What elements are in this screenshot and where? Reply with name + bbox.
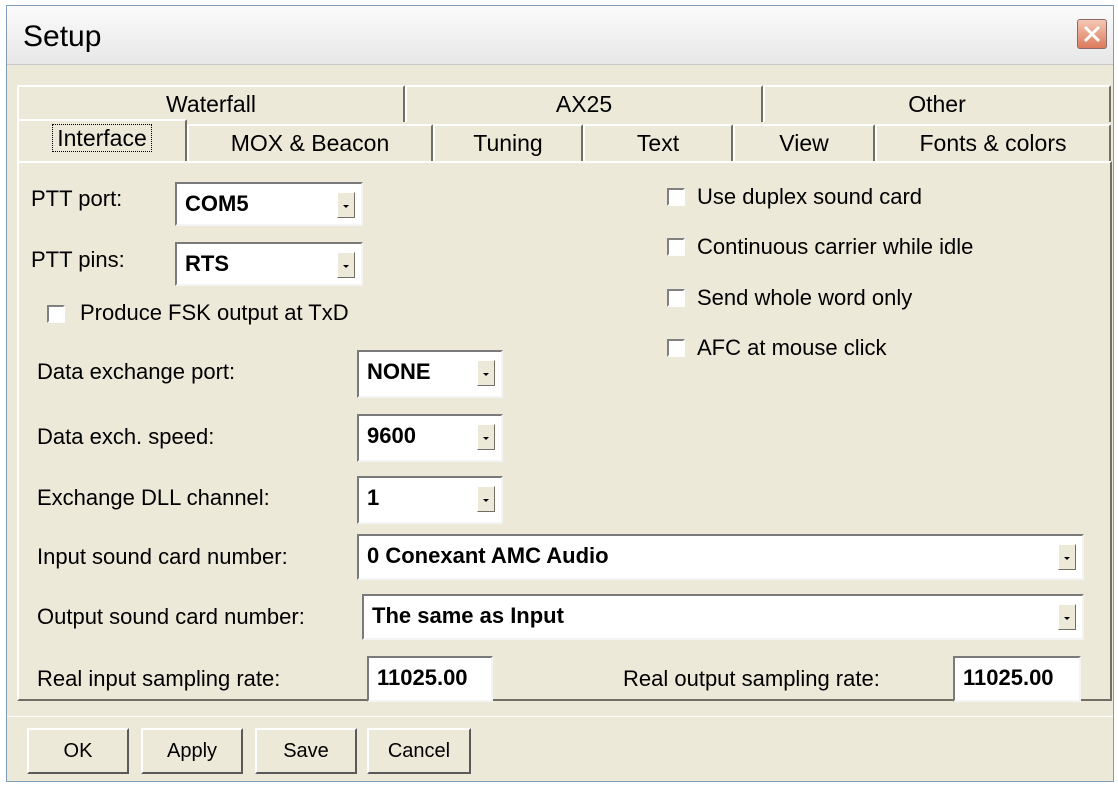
window-title: Setup — [23, 20, 102, 53]
cancel-button[interactable]: Cancel — [367, 728, 471, 774]
ptt-port-value: COM5 — [185, 191, 249, 216]
tab-mox-beacon[interactable]: MOX & Beacon — [187, 124, 433, 161]
data-exchange-port-select[interactable]: NONE — [357, 350, 503, 398]
carrier-label: Continuous carrier while idle — [697, 234, 974, 259]
apply-button[interactable]: Apply — [141, 728, 243, 774]
input-sound-card-dropdown-arrow[interactable] — [1058, 544, 1076, 570]
input-rate-label: Real input sampling rate: — [37, 666, 281, 691]
ptt-pins-label: PTT pins: — [31, 247, 125, 272]
duplex-label: Use duplex sound card — [697, 184, 923, 209]
tab-row-1: Waterfall AX25 Other — [17, 85, 1111, 122]
data-exch-speed-select[interactable]: 9600 — [357, 414, 503, 462]
data-exchange-port-dropdown-arrow[interactable] — [477, 360, 495, 386]
exchange-dll-channel-select[interactable]: 1 — [357, 476, 503, 524]
title-bar: Setup — [7, 6, 1113, 65]
duplex-checkbox[interactable] — [667, 188, 685, 206]
tab-row-2: Interface MOX & Beacon Tuning Text View … — [17, 119, 1111, 161]
output-sound-card-label: Output sound card number: — [37, 604, 305, 629]
data-exchange-port-value: NONE — [367, 359, 431, 384]
save-button[interactable]: Save — [255, 728, 357, 774]
tab-waterfall[interactable]: Waterfall — [17, 85, 405, 122]
ptt-pins-dropdown-arrow[interactable] — [337, 252, 355, 278]
carrier-checkbox[interactable] — [667, 238, 685, 256]
ok-button[interactable]: OK — [27, 728, 129, 774]
exchange-dll-channel-label: Exchange DLL channel: — [37, 485, 270, 510]
afc-checkbox[interactable] — [667, 339, 685, 357]
ptt-port-select[interactable]: COM5 — [175, 182, 363, 226]
output-sound-card-value: The same as Input — [372, 603, 564, 628]
ptt-port-label: PTT port: — [31, 186, 123, 211]
tab-tuning[interactable]: Tuning — [433, 124, 583, 161]
data-exchange-port-label: Data exchange port: — [37, 359, 236, 384]
output-rate-label: Real output sampling rate: — [623, 666, 880, 691]
tab-other[interactable]: Other — [763, 85, 1111, 122]
tab-text[interactable]: Text — [583, 124, 733, 161]
exchange-dll-channel-value: 1 — [367, 485, 380, 510]
tab-interface-label: Interface — [52, 124, 152, 152]
output-rate-field[interactable]: 11025.00 — [953, 656, 1081, 702]
input-sound-card-label: Input sound card number: — [37, 544, 288, 569]
input-rate-field[interactable]: 11025.00 — [367, 656, 493, 702]
tab-fonts-colors[interactable]: Fonts & colors — [875, 124, 1111, 161]
afc-label: AFC at mouse click — [697, 335, 887, 360]
ptt-pins-select[interactable]: RTS — [175, 242, 363, 286]
tab-view[interactable]: View — [733, 124, 875, 161]
tab-interface[interactable]: Interface — [17, 119, 187, 161]
output-sound-card-select[interactable]: The same as Input — [362, 594, 1084, 640]
fsk-checkbox[interactable] — [47, 305, 65, 323]
fsk-label: Produce FSK output at TxD — [80, 300, 349, 325]
data-exch-speed-value: 9600 — [367, 423, 416, 448]
exchange-dll-channel-dropdown-arrow[interactable] — [477, 486, 495, 512]
setup-window: Setup Waterfall AX25 Other Interface MOX… — [6, 5, 1114, 782]
whole-word-label: Send whole word only — [697, 285, 913, 310]
data-exch-speed-label: Data exch. speed: — [37, 424, 215, 449]
whole-word-checkbox[interactable] — [667, 289, 685, 307]
button-bar-divider — [7, 716, 1113, 717]
close-button[interactable] — [1077, 19, 1107, 49]
close-icon — [1083, 25, 1101, 43]
ptt-port-dropdown-arrow[interactable] — [337, 192, 355, 218]
tab-ax25[interactable]: AX25 — [405, 85, 763, 122]
input-sound-card-select[interactable]: 0 Conexant AMC Audio — [357, 534, 1084, 580]
input-sound-card-value: 0 Conexant AMC Audio — [367, 543, 609, 568]
data-exch-speed-dropdown-arrow[interactable] — [477, 424, 495, 450]
ptt-pins-value: RTS — [185, 251, 229, 276]
output-sound-card-dropdown-arrow[interactable] — [1058, 604, 1076, 630]
